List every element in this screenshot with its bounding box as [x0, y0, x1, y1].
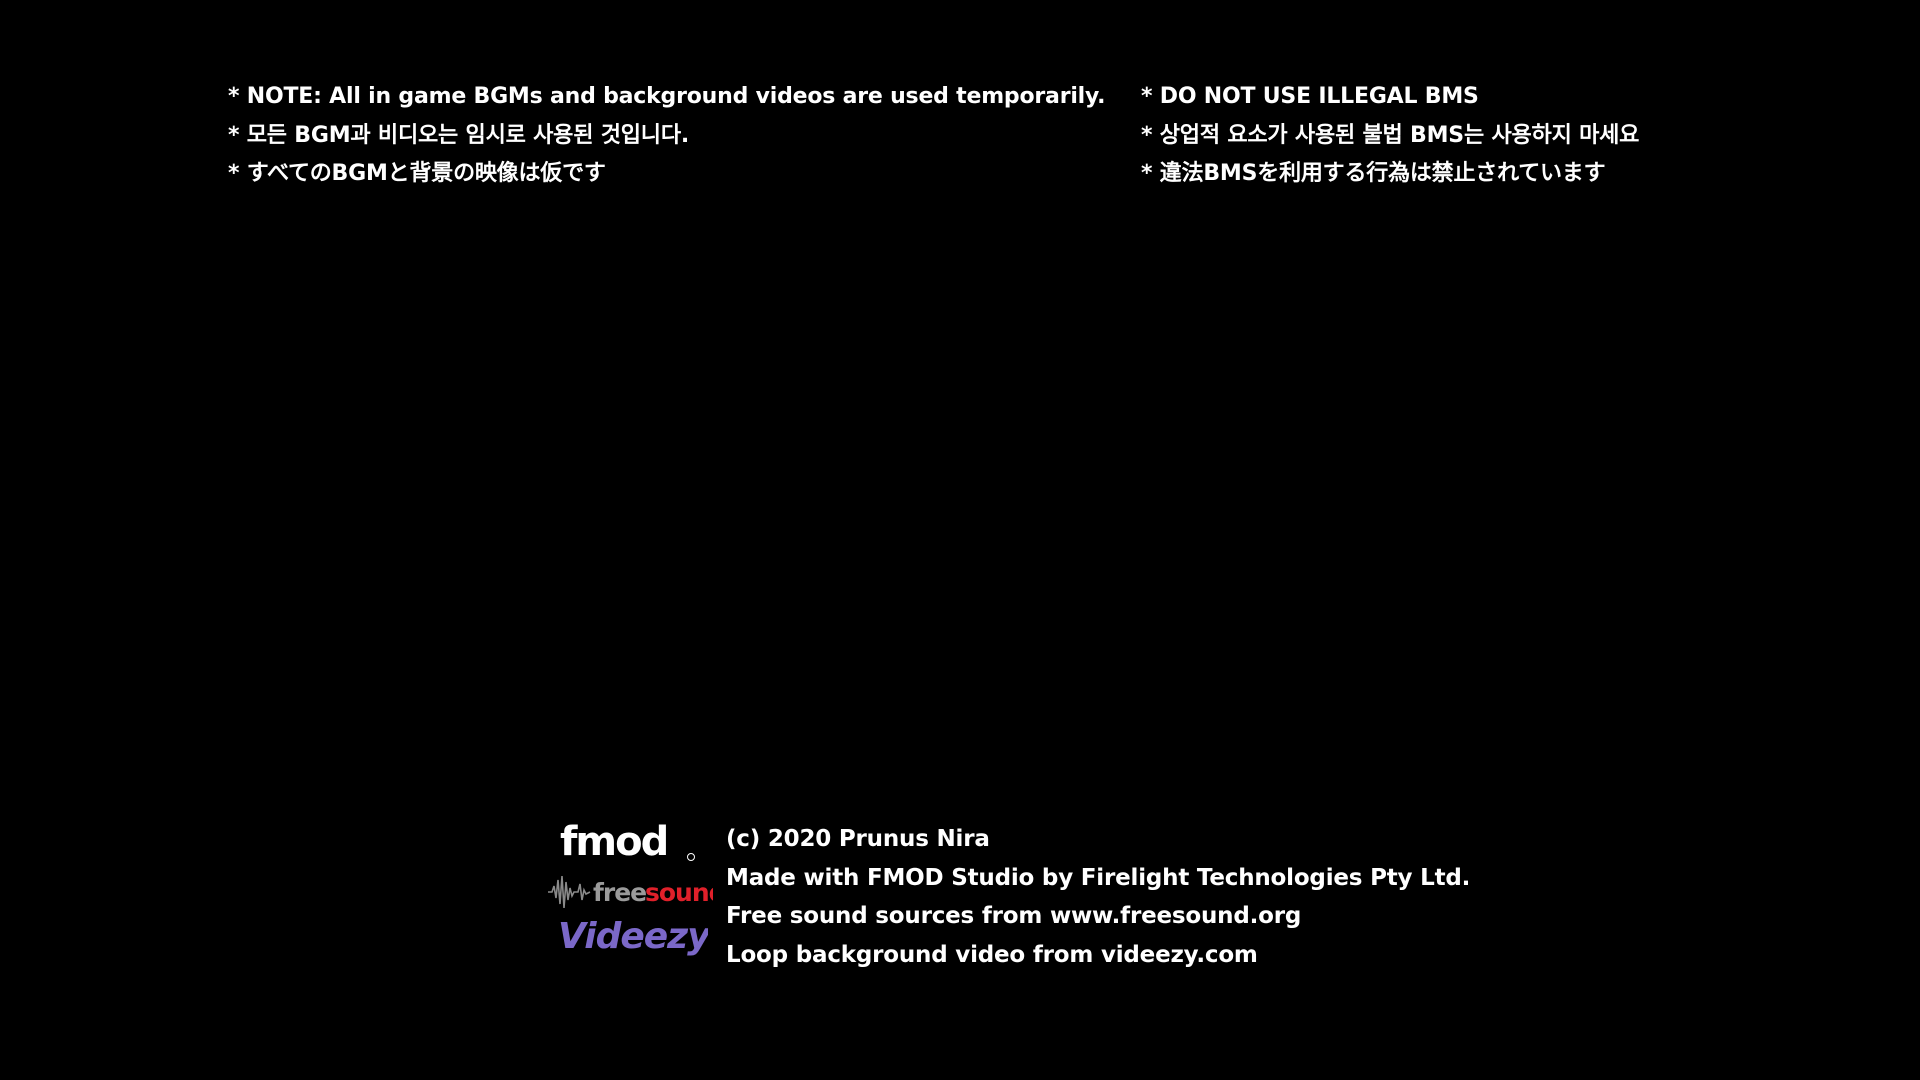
- warning-japanese: * 違法BMSを利用する行為は禁止されています: [1141, 161, 1606, 186]
- registered-mark-icon: [687, 853, 695, 861]
- freesound-logo: free sound: [548, 875, 713, 909]
- notice-korean: * 모든 BGM과 비디오는 임시로 사용된 것입니다.: [228, 122, 690, 148]
- notice-block-right: * DO NOT USE ILLEGAL BMS * 상업적 요소가 사용된 불…: [1141, 78, 1639, 194]
- copyright-line: (c) 2020 Prunus Nira: [726, 826, 990, 852]
- credits-block: (c) 2020 Prunus Nira Made with FMOD Stud…: [726, 820, 1470, 975]
- warning-english: * DO NOT USE ILLEGAL BMS: [1141, 84, 1479, 109]
- notice-english: * NOTE: All in game BGMs and background …: [228, 84, 1106, 109]
- freesound-sound-text: sound: [645, 878, 713, 907]
- notice-block-left: * NOTE: All in game BGMs and background …: [228, 78, 1106, 194]
- videezy-logo-text: Videezy: [558, 916, 708, 957]
- videezy-logo: Videezy: [558, 916, 708, 957]
- fmod-credit-line: Made with FMOD Studio by Firelight Techn…: [726, 864, 1471, 891]
- notice-japanese: * すべてのBGMと背景の映像は仮です: [228, 161, 606, 186]
- fmod-logo-text: fmod: [560, 822, 667, 864]
- warning-korean: * 상업적 요소가 사용된 불법 BMS는 사용하지 마세요: [1141, 122, 1640, 148]
- videezy-credit-line: Loop background video from videezy.com: [726, 942, 1258, 969]
- waveform-icon: [548, 875, 591, 909]
- freesound-credit-line: Free sound sources from www.freesound.or…: [726, 903, 1302, 930]
- fmod-logo: fmod: [560, 822, 695, 864]
- freesound-free-text: free: [593, 878, 646, 907]
